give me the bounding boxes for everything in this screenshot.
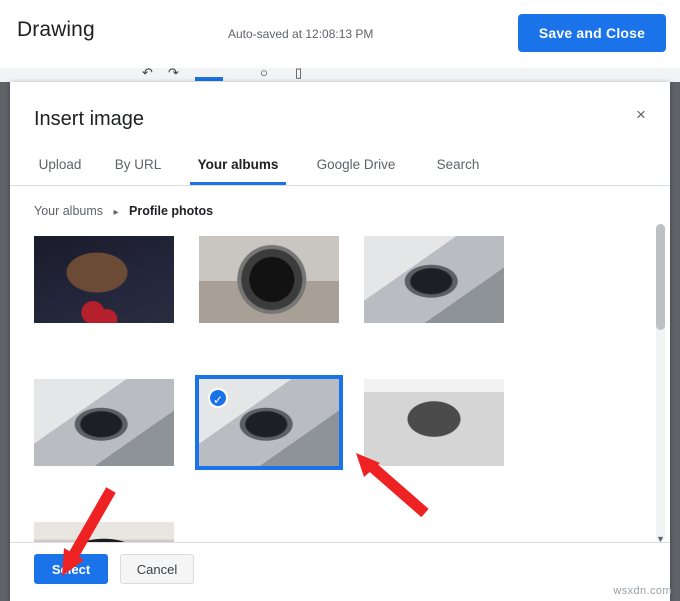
dialog-tabs: Upload By URL Your albums Google Drive S… [10,144,670,186]
thumb-portrait-bw[interactable] [364,379,504,466]
grid-scrollbar-track[interactable] [656,224,665,542]
watermark: wsxdn.com [613,585,672,597]
toolbar-active-underline [195,77,223,81]
insert-image-dialog: × Upload By URL Your albums Google Drive… [10,82,670,601]
select-button[interactable]: Select [34,554,108,584]
tab-google-drive[interactable]: Google Drive [306,144,406,185]
thumb-headlight-a[interactable] [364,236,504,323]
breadcrumb-separator-icon: ▸ [113,207,119,218]
thumb-car-wheel[interactable] [199,236,339,323]
zoom-icon[interactable]: ○ [260,68,268,80]
thumb-headlight-b[interactable] [34,379,174,466]
autosave-status: Auto-saved at 12:08:13 PM [228,27,374,41]
tab-upload[interactable]: Upload [24,144,96,185]
page-title: Drawing [17,18,95,41]
tab-search[interactable]: Search [422,144,494,185]
breadcrumb-current: Profile photos [129,204,214,218]
album-thumbnail-grid: ✓ [20,222,660,542]
selected-check-icon: ✓ [208,388,228,408]
close-icon[interactable]: × [628,102,654,128]
save-and-close-button[interactable]: Save and Close [518,14,666,52]
drawing-top-bar: Drawing Auto-saved at 12:08:13 PM Save a… [0,0,680,69]
cancel-button[interactable]: Cancel [120,554,194,584]
breadcrumb: Your albums ▸ Profile photos [34,204,213,218]
tab-your-albums[interactable]: Your albums [190,144,286,185]
redo-icon[interactable]: ↷ [168,68,179,81]
thumb-portrait-woman-red-necklace[interactable] [34,236,174,323]
grid-scrollbar-thumb[interactable] [656,224,665,330]
breadcrumb-root[interactable]: Your albums [34,204,103,218]
thumb-hair-partial[interactable] [34,522,174,542]
undo-icon[interactable]: ↶ [142,68,153,81]
tab-by-url[interactable]: By URL [102,144,174,185]
dialog-footer: Select Cancel [10,542,670,601]
text-box-icon[interactable]: ▯ [295,68,302,81]
drawing-toolbar-icons: ↶ ↷ ○ ▯ [120,68,380,82]
thumb-headlight-selected[interactable]: ✓ [195,375,343,470]
dialog-title: Insert image [34,108,145,130]
